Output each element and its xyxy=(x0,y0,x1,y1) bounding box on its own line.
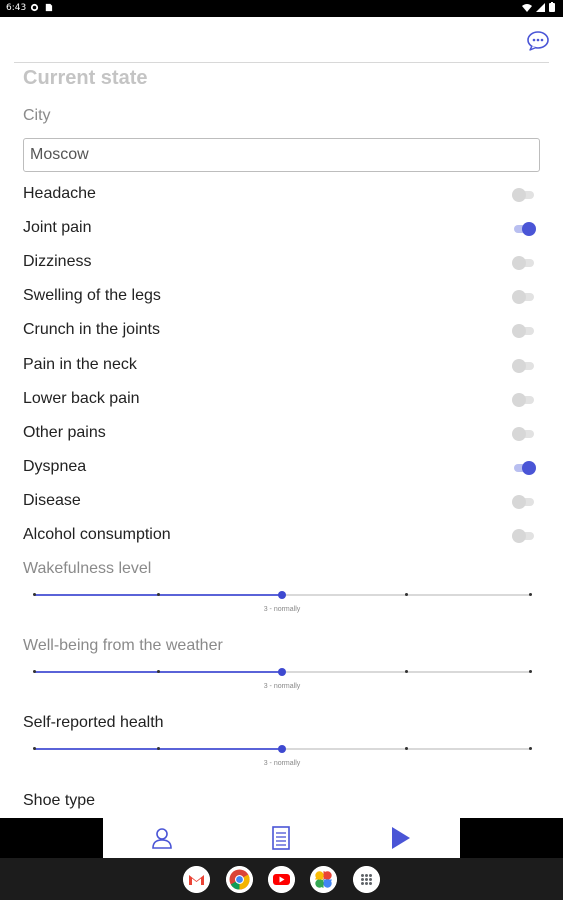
toggle-row-pain-in-the-neck[interactable]: Pain in the neck xyxy=(23,351,540,381)
slider-tick xyxy=(405,670,408,673)
slider-tick xyxy=(33,593,36,596)
toggle-label: Dyspnea xyxy=(23,457,87,475)
page-title: Current state xyxy=(23,67,148,89)
joint-pain-switch[interactable] xyxy=(512,220,538,238)
slider-tick xyxy=(33,747,36,750)
slider-tick xyxy=(529,747,532,750)
headache-switch[interactable] xyxy=(512,186,538,204)
wifi-icon xyxy=(522,3,532,12)
signal-icon xyxy=(536,2,545,12)
slider-knob[interactable] xyxy=(278,745,286,753)
app-drawer-icon[interactable] xyxy=(353,866,380,893)
toggle-label: Headache xyxy=(23,185,96,202)
toggle-label: Lower back pain xyxy=(23,389,140,407)
other-pains-switch[interactable] xyxy=(512,425,538,443)
slider-tick xyxy=(529,670,532,673)
toggle-label: Swelling of the legs xyxy=(23,287,161,305)
well-being-from-the-weather-slider[interactable] xyxy=(33,666,532,678)
toggle-row-dizziness[interactable]: Dizziness xyxy=(23,248,540,278)
status-bar: 6:43 xyxy=(0,0,563,17)
photos-icon[interactable] xyxy=(310,866,337,893)
toggle-row-other-pains[interactable]: Other pains xyxy=(23,419,540,449)
switch-thumb xyxy=(512,324,526,339)
app-header xyxy=(0,17,563,62)
profile-icon[interactable] xyxy=(148,824,176,852)
play-icon[interactable] xyxy=(386,824,414,852)
slider-tick xyxy=(157,670,160,673)
switch-thumb xyxy=(512,494,526,509)
slider-tick xyxy=(157,593,160,596)
slider-tick xyxy=(405,747,408,750)
slider-tick xyxy=(33,670,36,673)
self-reported-health-label: Self-reported health xyxy=(23,714,164,731)
slider-tick xyxy=(405,593,408,596)
slider-value-caption: 3 - normally xyxy=(263,760,301,767)
slider-tick xyxy=(157,747,160,750)
toggle-label: Alcohol consumption xyxy=(23,526,171,543)
switch-thumb xyxy=(512,256,526,271)
status-time: 6:43 xyxy=(6,3,27,13)
chat-menu-icon[interactable] xyxy=(526,31,550,51)
switch-thumb xyxy=(512,392,526,407)
wakefulness-level-slider[interactable] xyxy=(33,589,532,601)
switch-thumb xyxy=(522,222,536,237)
city-input[interactable] xyxy=(23,138,540,172)
toggle-row-lower-back-pain[interactable]: Lower back pain xyxy=(23,385,540,415)
sd-card-icon xyxy=(45,3,53,12)
toggle-label: Disease xyxy=(23,491,81,509)
gmail-icon[interactable] xyxy=(183,866,210,893)
chrome-icon[interactable] xyxy=(226,866,253,893)
toggle-row-dyspnea[interactable]: Dyspnea xyxy=(23,453,540,483)
self-reported-health-slider[interactable] xyxy=(33,743,532,755)
youtube-icon[interactable] xyxy=(268,866,295,893)
bottom-navigation xyxy=(103,818,460,858)
shoe-type-label: Shoe type xyxy=(23,792,96,809)
system-dock xyxy=(0,858,563,900)
slider-tick xyxy=(529,593,532,596)
toggle-label: Pain in the neck xyxy=(23,355,137,373)
swelling-of-the-legs-switch[interactable] xyxy=(512,288,538,306)
switch-thumb xyxy=(512,529,526,543)
slider-knob[interactable] xyxy=(278,591,286,599)
disease-switch[interactable] xyxy=(512,493,538,511)
toggle-label: Other pains xyxy=(23,423,106,441)
toggle-row-swelling-of-the-legs[interactable]: Swelling of the legs xyxy=(23,282,540,312)
toggle-label: Dizziness xyxy=(23,253,92,271)
dizziness-switch[interactable] xyxy=(512,254,538,272)
status-icons xyxy=(522,2,555,12)
slider-value-caption: 3 - normally xyxy=(263,683,301,690)
battery-icon xyxy=(549,2,555,12)
notification-icon xyxy=(30,3,39,12)
toggle-row-joint-pain[interactable]: Joint pain xyxy=(23,214,540,244)
well-being-from-the-weather-label: Well-being from the weather xyxy=(23,637,223,654)
switch-thumb xyxy=(512,188,526,202)
toggle-row-headache[interactable]: Headache xyxy=(23,180,540,210)
switch-thumb xyxy=(522,460,536,475)
main-content[interactable]: Current state City Headache Joint pain Diz… xyxy=(0,63,563,818)
toggle-label: Crunch in the joints xyxy=(23,321,160,339)
toggle-label: Joint pain xyxy=(23,219,92,237)
document-icon[interactable] xyxy=(267,824,295,852)
slider-knob[interactable] xyxy=(278,668,286,676)
toggle-row-alcohol-consumption[interactable]: Alcohol consumption xyxy=(23,521,540,551)
lower-back-pain-switch[interactable] xyxy=(512,391,538,409)
switch-thumb xyxy=(512,426,526,441)
pain-in-the-neck-switch[interactable] xyxy=(512,357,538,375)
toggle-row-disease[interactable]: Disease xyxy=(23,487,540,517)
toggle-row-crunch-in-the-joints[interactable]: Crunch in the joints xyxy=(23,316,540,346)
wakefulness-level-label: Wakefulness level xyxy=(23,560,152,577)
switch-thumb xyxy=(512,290,526,305)
slider-value-caption: 3 - normally xyxy=(263,606,301,613)
alcohol-consumption-switch[interactable] xyxy=(512,527,538,545)
dyspnea-switch[interactable] xyxy=(512,459,538,477)
crunch-in-the-joints-switch[interactable] xyxy=(512,322,538,340)
city-label: City xyxy=(23,107,51,124)
switch-thumb xyxy=(512,358,526,373)
